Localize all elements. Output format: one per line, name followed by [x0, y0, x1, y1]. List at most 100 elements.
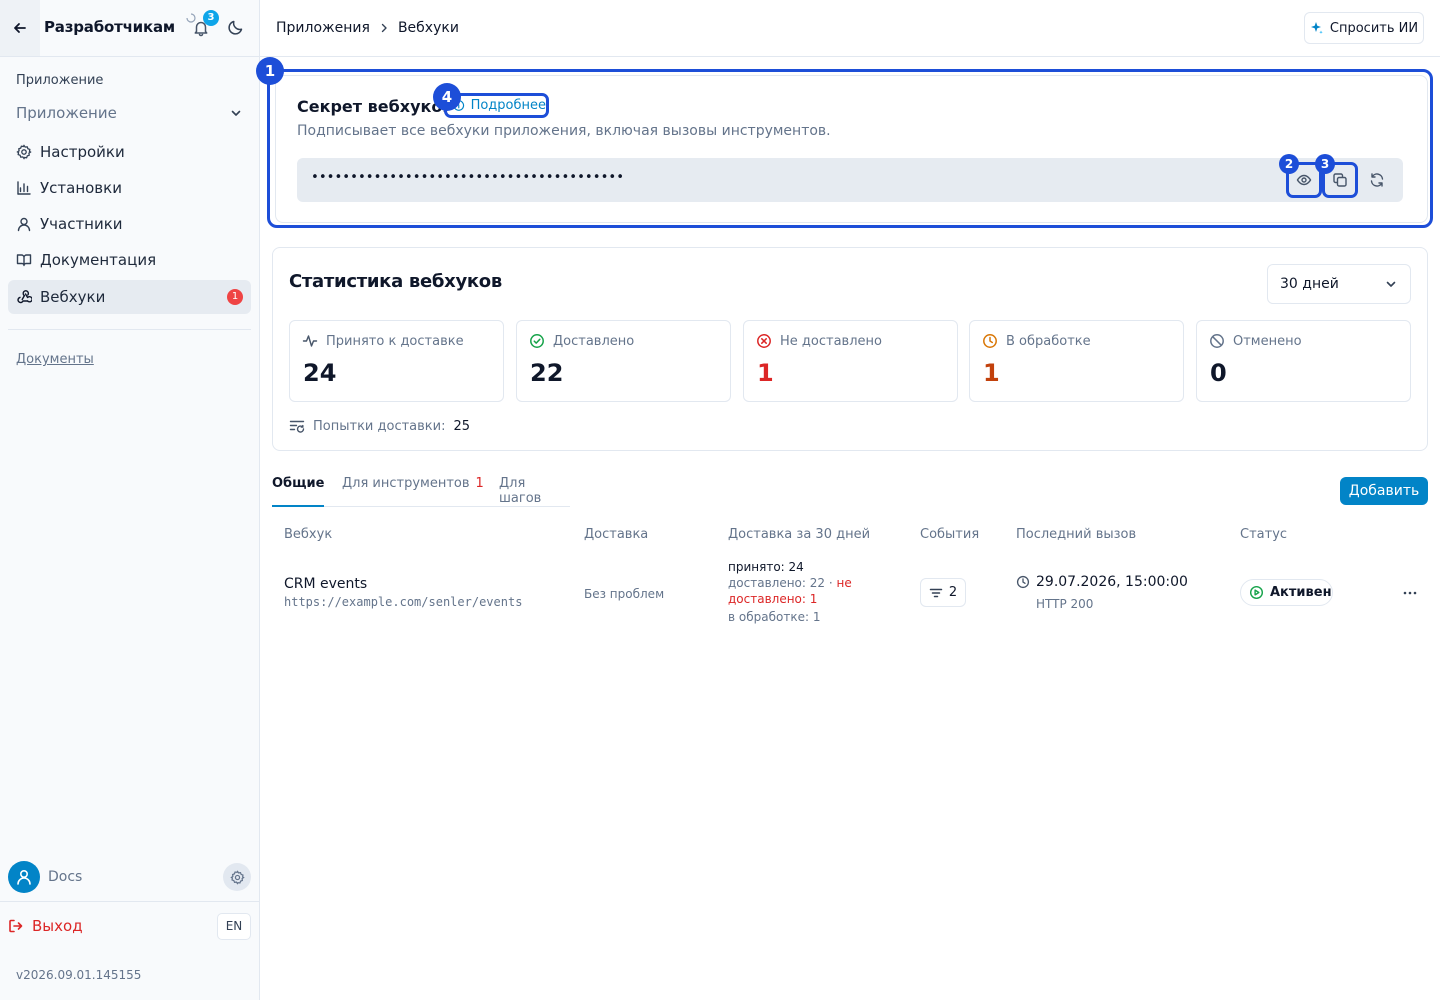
stat-value: 1	[983, 359, 1000, 387]
check-circle-icon	[530, 334, 544, 348]
stat-label: Отменено	[1233, 333, 1302, 349]
row-actions-button[interactable]	[1396, 582, 1424, 604]
secret-title: Секрет вебхуков	[297, 97, 453, 116]
logout-icon	[9, 919, 23, 933]
avatar[interactable]	[8, 861, 40, 893]
column-header-webhook: Вебхук	[284, 527, 333, 542]
filter-icon	[929, 588, 943, 597]
annotation-marker-1: 1	[256, 57, 284, 85]
top-bar: Приложения Вебхуки Спросить ИИ	[260, 0, 1440, 57]
clock-icon	[1016, 575, 1030, 589]
app-select[interactable]: Приложение	[8, 96, 251, 130]
docs-link[interactable]: Документы	[16, 352, 94, 367]
annotation-marker-2: 2	[1279, 154, 1299, 174]
notifications-badge: 3	[203, 10, 219, 26]
last-call-time: 29.07.2026, 15:00:00	[1036, 574, 1188, 590]
sidebar-item-webhooks[interactable]: Вебхуки 1	[8, 280, 251, 314]
tab-tools[interactable]: Для инструментов 1	[342, 476, 484, 507]
webhook-icon	[17, 290, 32, 304]
copy-icon	[1333, 173, 1347, 187]
logout-button[interactable]: Выход	[8, 917, 83, 935]
sidebar-title: Разработчикам	[44, 18, 175, 36]
sidebar-item-label: Участники	[40, 215, 123, 233]
tab-count: 1	[475, 476, 484, 491]
chevron-down-icon	[231, 110, 241, 116]
add-webhook-button[interactable]: Добавить	[1340, 477, 1428, 505]
column-header-events: События	[920, 527, 980, 542]
events-count: 2	[948, 585, 958, 600]
app-select-value: Приложение	[16, 104, 117, 122]
secret-description: Подписывает все вебхуки приложения, вклю…	[297, 123, 831, 139]
activity-icon	[302, 335, 318, 347]
sidebar-item-label: Настройки	[40, 143, 125, 161]
user-settings-button[interactable]	[223, 863, 251, 891]
webhook-name[interactable]: CRM events	[284, 576, 367, 592]
delivery-attempts: Попытки доставки: 25	[289, 418, 470, 434]
sidebar-item-label: Вебхуки	[40, 288, 106, 306]
eye-icon	[1296, 174, 1312, 186]
chevron-down-icon	[1386, 281, 1396, 287]
tab-steps[interactable]: Для шагов	[499, 476, 570, 507]
d30-delivered: доставлено: 22 ·	[728, 576, 837, 590]
breadcrumb-webhooks: Вебхуки	[397, 20, 459, 36]
ban-icon	[1210, 334, 1224, 348]
tab-label: Общие	[272, 476, 325, 491]
retry-list-icon	[289, 420, 305, 433]
sidebar-divider	[8, 329, 251, 330]
stat-cancelled: Отменено 0	[1196, 320, 1411, 402]
back-button[interactable]	[0, 0, 40, 56]
stat-value: 22	[530, 359, 564, 387]
bar-chart-icon	[17, 181, 31, 195]
stat-label: Принято к доставке	[326, 333, 464, 349]
sidebar-section-label: Приложение	[16, 73, 104, 88]
language-switch[interactable]: EN	[217, 913, 251, 940]
breadcrumb-apps[interactable]: Приложения	[276, 20, 370, 36]
user-name: Docs	[48, 869, 83, 885]
sidebar-item-members[interactable]: Участники	[8, 207, 251, 241]
period-value: 30 дней	[1280, 276, 1339, 292]
app-root: Разработчикам 3 Приложение Приложение На…	[0, 0, 1440, 1000]
moon-icon[interactable]	[227, 19, 244, 36]
sparkle-icon	[1310, 22, 1323, 34]
regenerate-secret-button[interactable]	[1359, 162, 1395, 198]
column-header-delivery-30d: Доставка за 30 дней	[728, 527, 871, 542]
last-call-http: HTTP 200	[1036, 597, 1094, 611]
more-horizontal-icon	[1403, 591, 1417, 595]
app-version: v2026.09.01.145155	[16, 968, 142, 982]
tab-label: Для шагов	[499, 476, 542, 506]
stat-accepted: Принято к доставке 24	[289, 320, 504, 402]
stat-label: Доставлено	[553, 333, 635, 349]
stat-not-delivered: Не доставлено 1	[743, 320, 958, 402]
user-icon	[17, 869, 31, 885]
stat-label: В обработке	[1006, 333, 1091, 349]
stat-value: 1	[757, 359, 774, 387]
clock-icon	[983, 334, 997, 348]
d30-processing: в обработке: 1	[728, 610, 821, 624]
sidebar-item-label: Документация	[40, 251, 157, 269]
logout-label: Выход	[32, 917, 83, 935]
sidebar-item-label: Установки	[40, 179, 122, 197]
attempts-value: 25	[453, 418, 471, 434]
delivery-30d-summary: принято: 24 доставлено: 22 · не доставле…	[728, 559, 898, 625]
secret-masked-value: ••••••••••••••••••••••••••••••••••••••••	[311, 170, 625, 185]
user-icon	[17, 217, 31, 232]
tab-general[interactable]: Общие	[272, 476, 325, 507]
breadcrumb: Приложения Вебхуки	[276, 20, 459, 36]
events-filter-chip[interactable]: 2	[920, 578, 966, 607]
play-circle-icon	[1249, 585, 1264, 600]
sidebar-item-documentation[interactable]: Документация	[8, 243, 251, 277]
period-select[interactable]: 30 дней	[1267, 264, 1411, 304]
attempts-label: Попытки доставки:	[313, 418, 446, 434]
d30-accepted: принято: 24	[728, 560, 804, 574]
ask-ai-button[interactable]: Спросить ИИ	[1304, 12, 1424, 44]
stat-label: Не доставлено	[780, 333, 882, 349]
sidebar-item-installs[interactable]: Установки	[8, 171, 251, 205]
sidebar-header: Разработчикам 3	[0, 0, 259, 57]
status-badge: Активен	[1240, 579, 1333, 606]
tab-label: Для инструментов	[342, 476, 470, 491]
webhooks-badge: 1	[227, 289, 243, 305]
ask-ai-label: Спросить ИИ	[1329, 20, 1419, 36]
refresh-icon	[1370, 173, 1384, 187]
sidebar-item-settings[interactable]: Настройки	[8, 135, 251, 169]
chevron-right-icon	[381, 23, 387, 33]
